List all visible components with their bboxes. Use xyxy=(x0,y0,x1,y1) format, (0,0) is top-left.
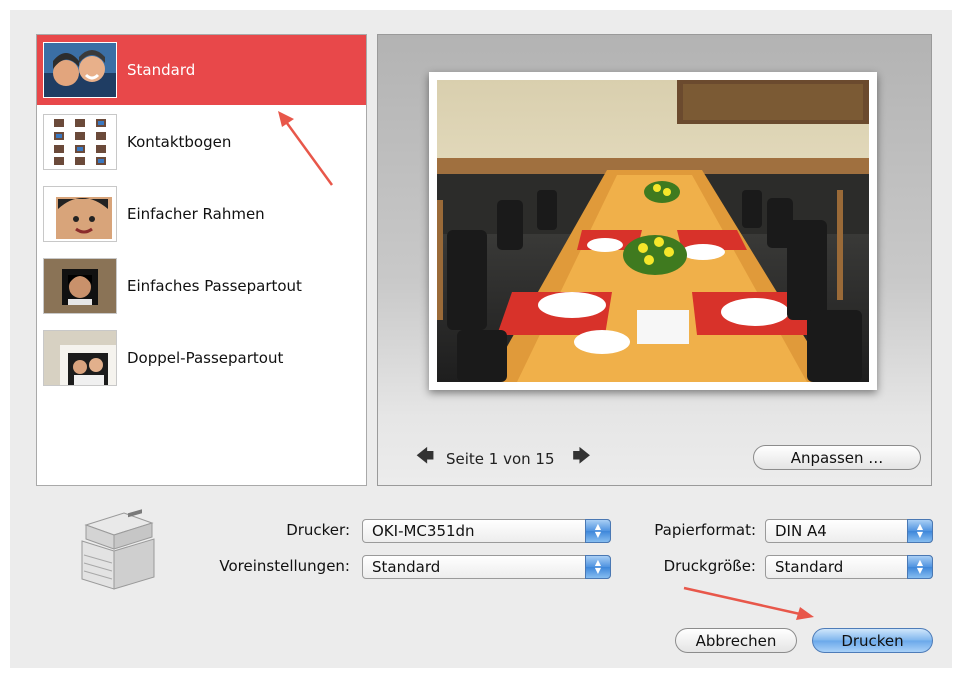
preview-photo xyxy=(437,80,869,382)
page-navigator: 🡄 Seite 1 von 15 🡆 xyxy=(412,444,595,474)
stepper-icon: ▲ ▼ xyxy=(585,555,611,579)
next-page-arrow-icon[interactable]: 🡆 xyxy=(569,444,595,474)
print-size-select[interactable]: Standard ▲ ▼ xyxy=(765,555,933,579)
simple-frame-thumb-icon xyxy=(43,186,117,242)
layout-item-einfaches-passepartout[interactable]: Einfaches Passepartout xyxy=(37,251,366,321)
printer-label: Drucker: xyxy=(286,521,350,539)
simple-mat-thumb-icon xyxy=(43,258,117,314)
print-size-label: Druckgröße: xyxy=(663,557,756,575)
presets-select[interactable]: Standard ▲ ▼ xyxy=(362,555,611,579)
fit-button[interactable]: Anpassen … xyxy=(753,445,921,470)
contact-sheet-thumb-icon xyxy=(43,114,117,170)
stepper-icon: ▲ ▼ xyxy=(907,519,933,543)
stepper-icon: ▲ ▼ xyxy=(907,555,933,579)
layout-label: Einfacher Rahmen xyxy=(127,205,265,223)
layout-label: Einfaches Passepartout xyxy=(127,277,302,295)
annotation-arrow-icon xyxy=(683,586,814,620)
layout-item-standard[interactable]: Standard xyxy=(37,35,366,105)
printer-select[interactable]: OKI-MC351dn ▲ ▼ xyxy=(362,519,611,543)
annotation-arrow-icon xyxy=(278,111,334,186)
print-preview: 🡄 Seite 1 von 15 🡆 Anpassen … xyxy=(377,34,932,486)
paper-format-label: Papierformat: xyxy=(654,521,756,539)
layout-item-doppel-passepartout[interactable]: Doppel-Passepartout xyxy=(37,323,366,393)
layout-list[interactable]: Standard Kontaktbogen Einfacher Rahmen E… xyxy=(36,34,367,486)
paper-format-value: DIN A4 xyxy=(775,522,827,540)
layout-label: Standard xyxy=(127,61,196,79)
layout-label: Kontaktbogen xyxy=(127,133,232,151)
double-mat-thumb-icon xyxy=(43,330,117,386)
layout-label: Doppel-Passepartout xyxy=(127,349,284,367)
cancel-button[interactable]: Abbrechen xyxy=(675,628,797,653)
stepper-icon: ▲ ▼ xyxy=(585,519,611,543)
presets-label: Voreinstellungen: xyxy=(219,557,350,575)
printer-icon xyxy=(80,505,156,593)
print-size-value: Standard xyxy=(775,558,844,576)
photo-frame xyxy=(429,72,877,390)
printer-value: OKI-MC351dn xyxy=(372,522,475,540)
previous-page-arrow-icon[interactable]: 🡄 xyxy=(412,444,438,474)
page-indicator: Seite 1 von 15 xyxy=(446,450,555,468)
presets-value: Standard xyxy=(372,558,441,576)
print-button[interactable]: Drucken xyxy=(812,628,933,653)
portrait-photo-thumb-icon xyxy=(43,42,117,98)
paper-format-select[interactable]: DIN A4 ▲ ▼ xyxy=(765,519,933,543)
